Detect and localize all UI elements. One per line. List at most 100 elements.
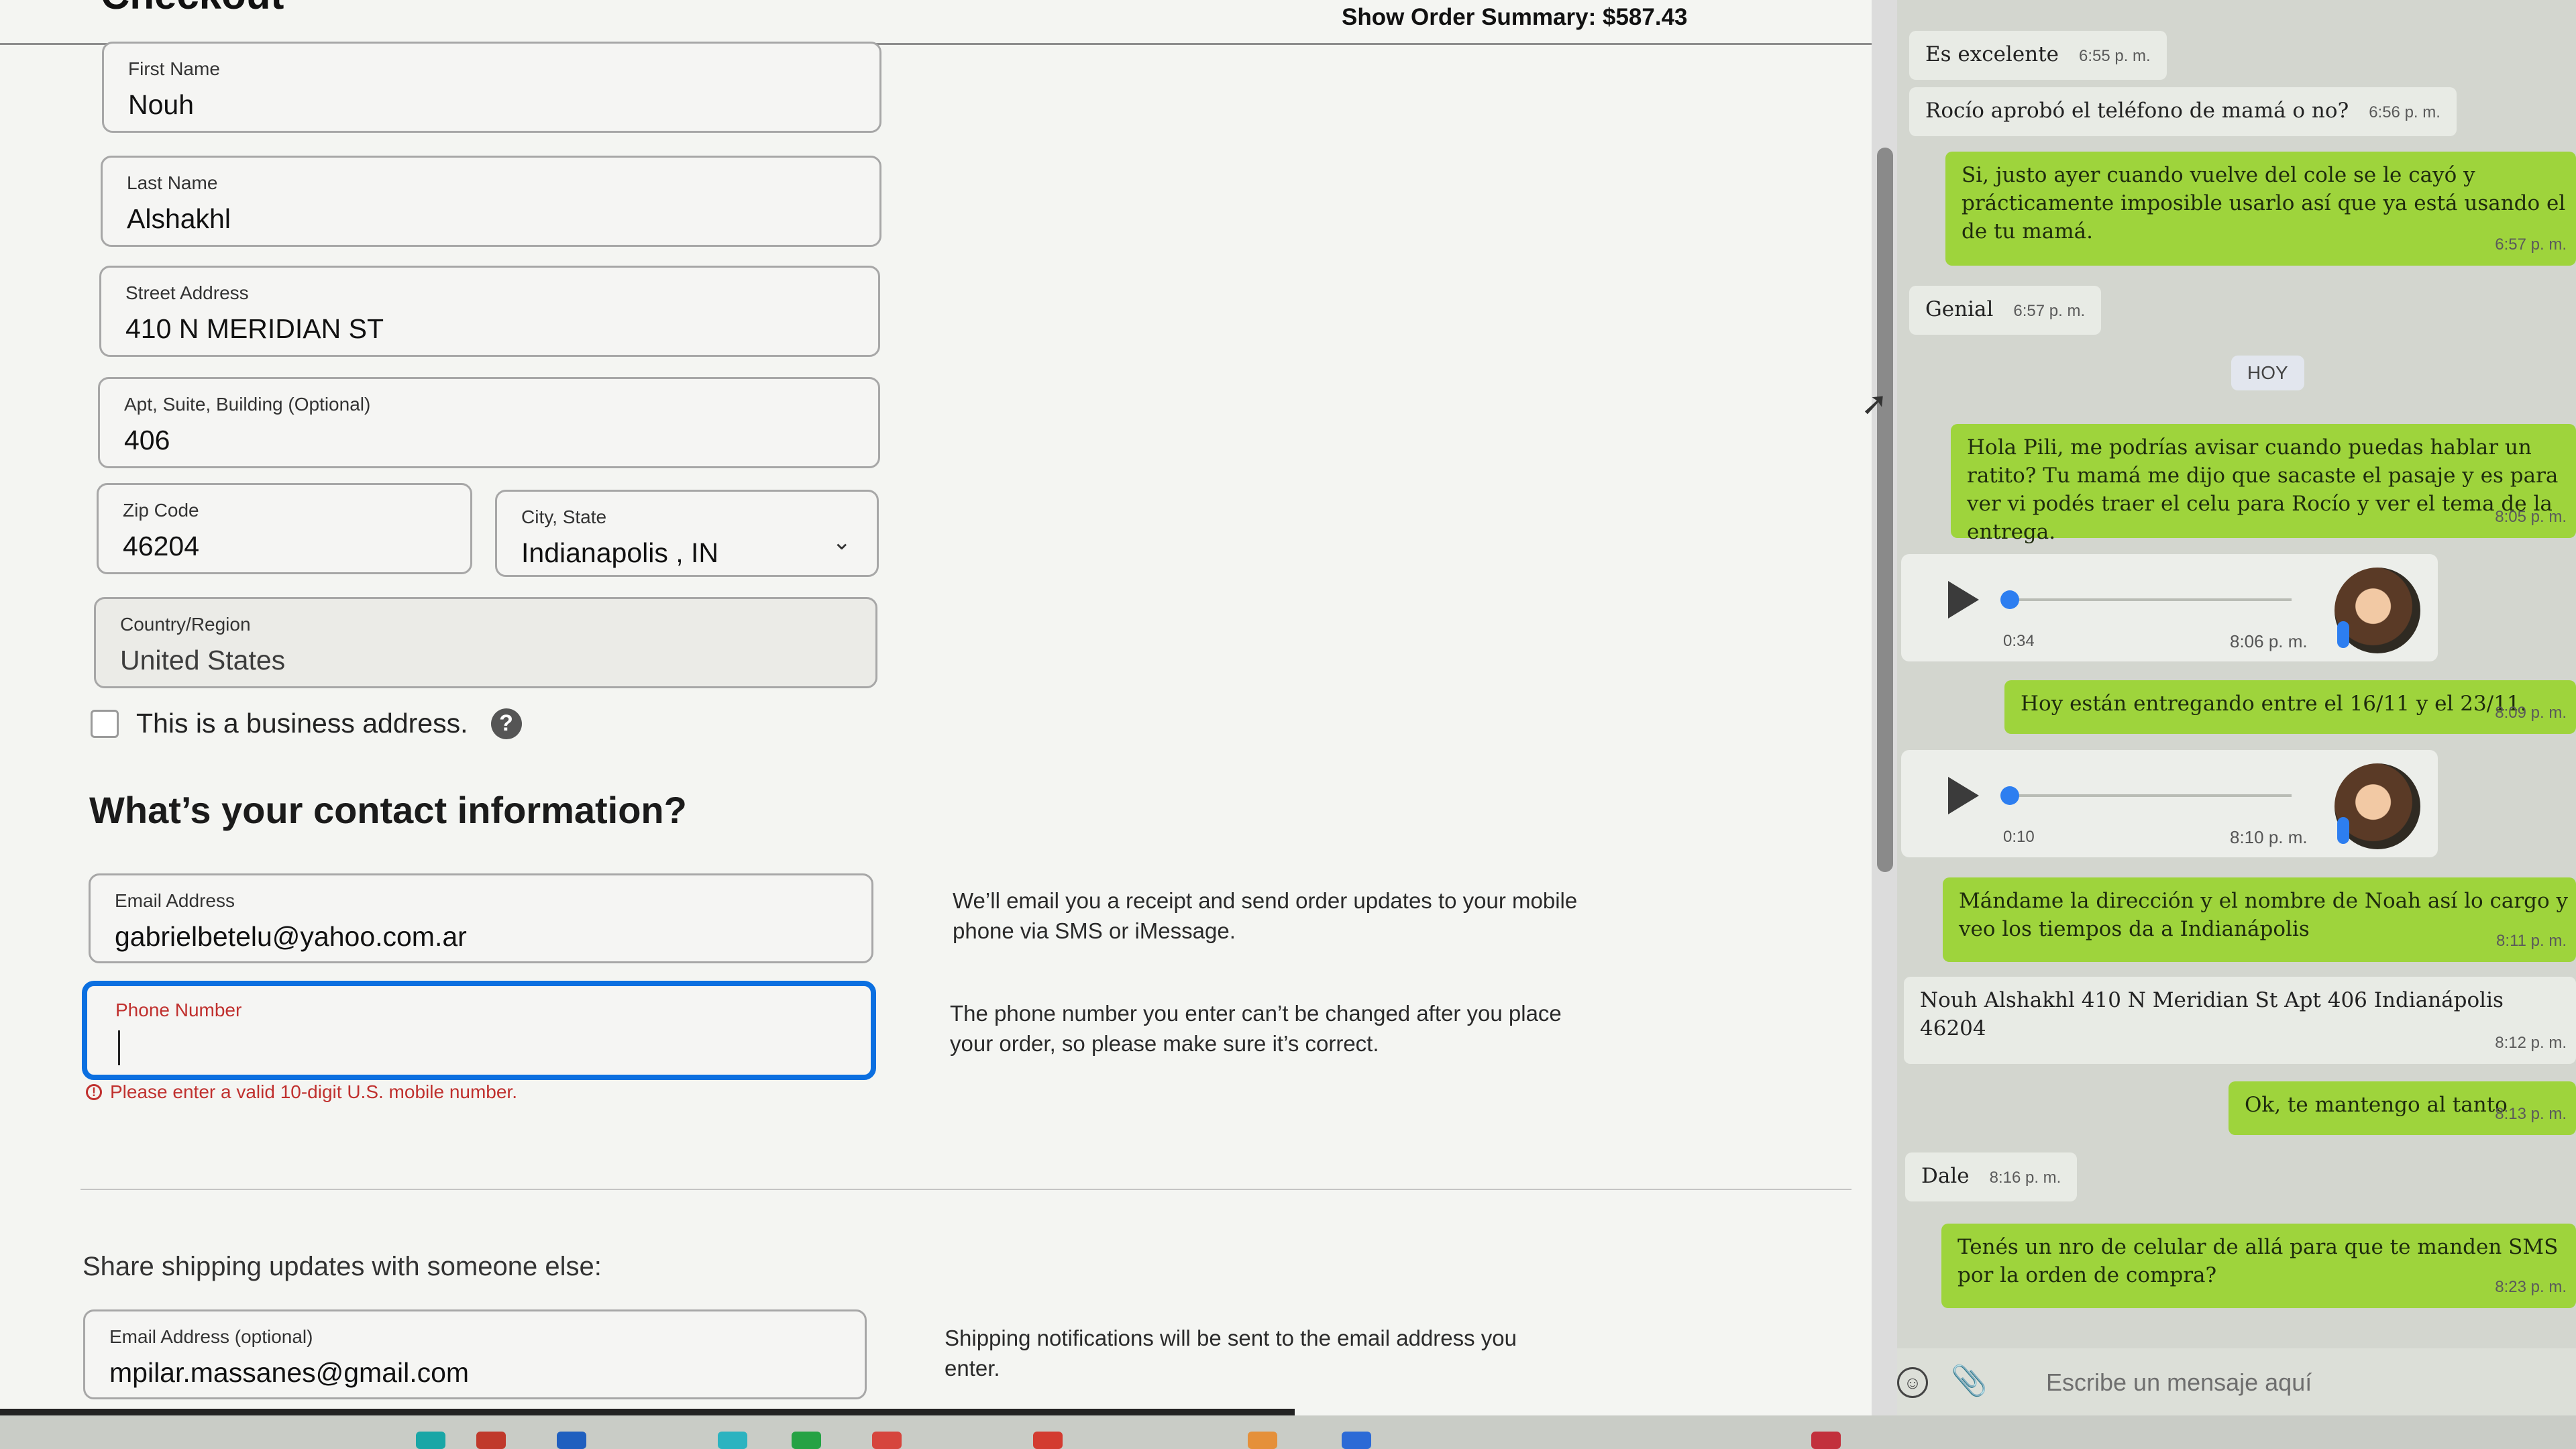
street-address-label: Street Address [125,282,249,303]
message-text: Rocío aprobó el teléfono de mamá o no? [1925,99,2349,123]
message-text: Hoy están entregando entre el 16/11 y el… [2021,692,2527,716]
message-time: 6:56 p. m. [2369,103,2440,121]
city-state-label: City, State [521,506,607,527]
paperclip-icon[interactable]: 📎 [1951,1363,1988,1398]
last-name-field[interactable]: Last Name Alshakhl [101,156,881,247]
zip-code-label: Zip Code [123,500,199,521]
message-time: 6:55 p. m. [2078,47,2151,65]
share-email-value: mpilar.massanes@gmail.com [109,1357,470,1388]
last-name-value: Alshakhl [127,203,231,234]
street-address-value: 410 N MERIDIAN ST [125,313,384,344]
country-region-value: United States [120,645,286,676]
chat-message: Mándame la dirección y el nombre de Noah… [1943,877,2576,962]
country-region-label: Country/Region [120,614,251,635]
phone-number-label: Phone Number [115,1000,242,1020]
taskbar-app-icon[interactable] [872,1432,902,1449]
voice-time: 8:10 p. m. [2230,827,2308,847]
chat-message: Nouh Alshakhl 410 N Meridian St Apt 406 … [1904,977,2576,1064]
phone-number-field[interactable]: Phone Number [82,981,876,1080]
message-text: Tenés un nro de celular de allá para que… [1957,1235,2559,1287]
voice-track[interactable] [2003,794,2292,797]
chat-message: Hoy están entregando entre el 16/11 y el… [2004,680,2576,734]
email-note: We’ll email you a receipt and send order… [953,888,1578,943]
share-email-label: Email Address (optional) [109,1326,313,1347]
checkout-page: Checkout Show Order Summary: $587.43 Fir… [0,0,1872,1415]
phone-error-text: Please enter a valid 10-digit U.S. mobil… [110,1081,517,1102]
taskbar-app-icon[interactable] [718,1432,747,1449]
message-time: 8:13 p. m. [2495,1105,2567,1123]
apt-suite-label: Apt, Suite, Building (Optional) [124,394,371,415]
chat-message: Es excelente 6:55 p. m. [1909,31,2167,80]
chat-message: Si, justo ayer cuando vuelve del cole se… [1945,152,2576,266]
message-text: Hola Pili, me podrías avisar cuando pued… [1967,435,2559,544]
contact-heading: What’s your contact information? [89,789,687,831]
mic-icon [2337,621,2349,648]
voice-time: 8:06 p. m. [2230,631,2308,651]
chat-message: Dale 8:16 p. m. [1905,1152,2078,1201]
voice-track[interactable] [2003,598,2292,601]
emoji-icon[interactable]: ☺ [1897,1367,1928,1398]
email-label: Email Address [115,890,235,911]
play-icon[interactable] [1948,581,1979,619]
apt-suite-value: 406 [124,425,170,455]
taskbar-app-icon[interactable] [476,1432,506,1449]
chat-message: Tenés un nro de celular de allá para que… [1941,1224,2576,1308]
checkout-scrollbar[interactable] [1872,0,1897,1415]
mouse-cursor-icon: ➚ [1861,386,1888,422]
chat-message: Ok, te mantengo al tanto 8:13 p. m. [2229,1081,2576,1135]
page-title: Checkout [101,0,284,18]
phone-note: The phone number you enter can’t be chan… [950,1001,1562,1056]
business-address-label: This is a business address. [136,708,468,739]
message-text: Dale [1921,1164,1970,1188]
chevron-down-icon: ⌄ [832,529,852,555]
taskbar [0,1415,2576,1449]
voice-duration: 0:34 [2003,632,2035,650]
email-field[interactable]: Email Address gabrielbetelu@yahoo.com.ar [89,873,873,963]
chat-message: Hola Pili, me podrías avisar cuando pued… [1951,424,2576,544]
message-time: 8:12 p. m. [2495,1034,2567,1052]
city-state-select[interactable]: City, State Indianapolis , IN ⌄ [495,490,879,577]
chat-message: Rocío aprobó el teléfono de mamá o no? 6:… [1909,87,2457,136]
show-order-summary-link[interactable]: Show Order Summary: $587.43 [1342,4,1688,31]
business-address-row: This is a business address. ? [91,708,522,739]
help-icon[interactable]: ? [490,708,522,739]
taskbar-app-icon[interactable] [1248,1432,1277,1449]
taskbar-app-icon[interactable] [1033,1432,1063,1449]
message-text: Es excelente [1925,42,2059,66]
share-updates-heading: Share shipping updates with someone else… [83,1252,602,1281]
message-text: Ok, te mantengo al tanto [2245,1093,2508,1117]
share-email-field[interactable]: Email Address (optional) mpilar.massanes… [83,1309,867,1399]
taskbar-app-icon[interactable] [792,1432,821,1449]
message-time: 8:09 p. m. [2495,704,2567,722]
business-address-checkbox[interactable] [91,709,119,738]
taskbar-app-icon[interactable] [557,1432,586,1449]
city-state-value: Indianapolis , IN [521,537,719,568]
mic-icon [2337,817,2349,844]
play-icon[interactable] [1948,777,1979,814]
message-text: Nouh Alshakhl 410 N Meridian St Apt 406 … [1920,988,2504,1040]
street-address-field[interactable]: Street Address 410 N MERIDIAN ST [99,266,880,357]
message-time: 8:11 p. m. [2496,932,2567,950]
first-name-field[interactable]: First Name Nouh [102,42,881,133]
zip-code-value: 46204 [123,531,200,561]
message-composer: ☺ 📎 Escribe un mensaje aquí [1897,1348,2576,1415]
apt-suite-field[interactable]: Apt, Suite, Building (Optional) 406 [98,377,880,468]
date-separator: HOY [2231,356,2304,390]
taskbar-app-icon[interactable] [416,1432,445,1449]
zip-code-field[interactable]: Zip Code 46204 [97,483,472,574]
message-text: Si, justo ayer cuando vuelve del cole se… [1962,163,2566,244]
country-region-field: Country/Region United States [94,597,877,688]
message-input[interactable]: Escribe un mensaje aquí [2046,1368,2312,1397]
voice-progress-knob[interactable] [2000,590,2019,609]
error-icon: ! [86,1084,102,1100]
taskbar-app-icon[interactable] [1811,1432,1841,1449]
chat-message: Genial 6:57 p. m. [1909,286,2102,335]
message-text: Mándame la dirección y el nombre de Noah… [1959,889,2569,941]
section-divider [80,1189,1851,1190]
taskbar-app-icon[interactable] [1342,1432,1371,1449]
phone-error: ! Please enter a valid 10-digit U.S. mob… [86,1081,517,1103]
message-time: 6:57 p. m. [2013,302,2086,320]
message-time: 8:16 p. m. [1989,1169,2061,1187]
voice-progress-knob[interactable] [2000,786,2019,805]
scrollbar-thumb[interactable] [1877,148,1893,872]
